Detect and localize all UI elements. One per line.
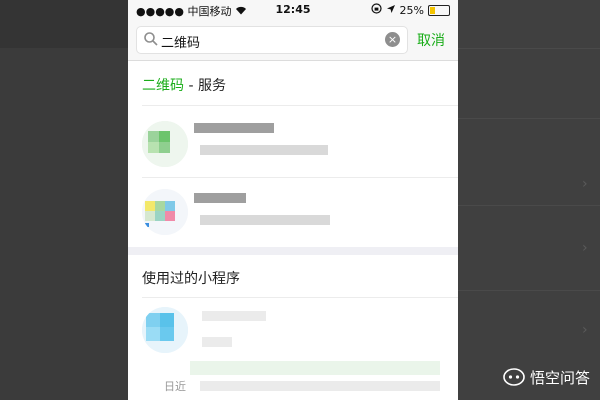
background-divider — [458, 205, 600, 206]
used-miniprograms-title: 使用过的小程序 — [142, 271, 240, 287]
background-divider — [458, 118, 600, 119]
service-avatar — [142, 189, 188, 235]
background-chevron-icon: › — [582, 322, 588, 338]
search-query[interactable]: 二维码 — [161, 32, 200, 51]
background-divider — [458, 48, 600, 49]
blurred-highlight — [190, 361, 440, 375]
divider — [142, 105, 458, 106]
location-arrow-icon — [386, 4, 396, 17]
blurred-description — [200, 145, 328, 155]
miniprogram-avatar — [142, 307, 188, 353]
background-app-header — [0, 0, 128, 48]
status-bar: ●●●●● 中国移动 12:45 25% — [128, 0, 458, 20]
blurred-description — [200, 215, 330, 225]
divider — [142, 177, 458, 178]
battery-percent: 25% — [399, 3, 424, 17]
services-section: 二维码 - 服务 — [128, 61, 458, 247]
watermark-text: 悟空问答 — [529, 368, 590, 387]
watermark: 悟空问答 — [503, 366, 590, 388]
blurred-title — [194, 193, 246, 203]
miniprogram-result-item[interactable]: 日近 — [128, 301, 458, 400]
search-bar: 二维码 × 取消 — [128, 20, 458, 61]
wukong-logo-icon — [503, 366, 525, 388]
phone-screen: ●●●●● 中国移动 12:45 25% 二维码 × 取消 二维码 - 服务 使… — [128, 0, 458, 400]
rotation-lock-icon — [370, 3, 382, 17]
background-chevron-icon: › — [582, 240, 588, 256]
background-app-right — [458, 0, 600, 400]
used-miniprograms-section: 使用过的小程序 日近 — [128, 255, 458, 400]
blurred-title — [202, 311, 266, 321]
search-icon — [143, 31, 159, 47]
services-keyword: 二维码 — [142, 78, 184, 94]
recent-label: 日近 — [164, 380, 186, 393]
battery-fill — [430, 6, 435, 14]
service-avatar — [142, 121, 188, 167]
service-result-item[interactable] — [128, 111, 458, 177]
blurred-title — [194, 123, 274, 133]
blurred-recent-detail — [200, 381, 440, 391]
background-app-left — [0, 0, 128, 400]
clear-search-button[interactable]: × — [385, 32, 400, 47]
divider — [142, 297, 458, 298]
status-right-group: 25% — [370, 3, 450, 17]
cancel-button[interactable]: 取消 — [417, 30, 445, 50]
search-input[interactable]: 二维码 × — [136, 26, 408, 54]
battery-icon — [428, 4, 450, 16]
services-section-title: 二维码 - 服务 — [142, 75, 226, 95]
services-suffix: - 服务 — [184, 78, 226, 94]
blurred-subtitle — [202, 337, 232, 347]
service-result-item[interactable] — [128, 181, 458, 247]
background-divider — [458, 290, 600, 291]
background-chevron-icon: › — [582, 176, 588, 192]
